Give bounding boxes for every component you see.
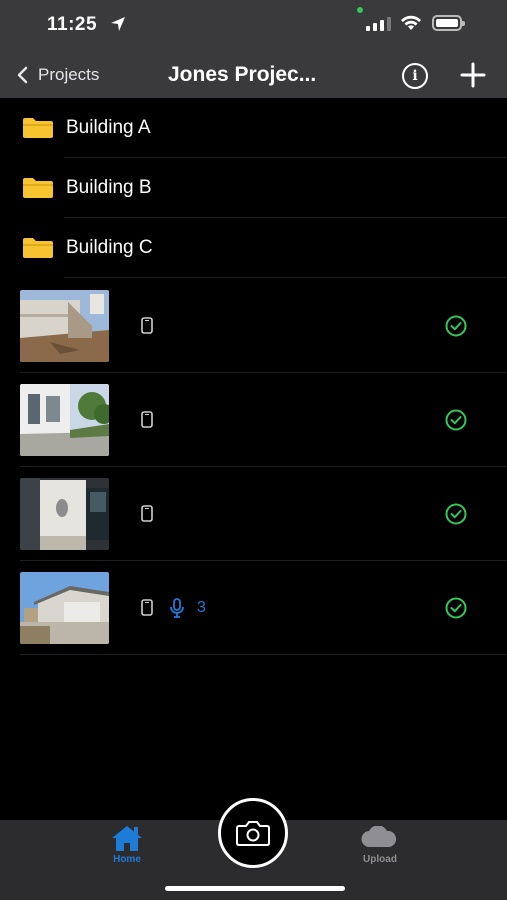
photo-thumbnail [20,572,109,644]
info-icon: i [412,68,418,84]
phone-icon [141,317,153,334]
camera-icon [236,821,270,846]
status-bar: 11:25 [0,0,507,52]
tab-upload[interactable]: Upload [335,820,425,880]
folder-icon [23,238,53,258]
voice-note-count: 3 [197,599,206,616]
photo-row[interactable] [0,373,507,467]
folder-name: Building B [66,177,152,198]
folder-row-building-c[interactable]: Building C [0,218,507,278]
privacy-indicator [357,7,363,13]
cellular-signal-icon [366,17,391,31]
phone-icon [141,599,153,616]
photo-thumbnail [20,478,109,550]
home-icon [112,826,142,851]
phone-icon [141,411,153,428]
navigation-bar: Projects Jones Projec... i [0,52,507,98]
wifi-icon [401,15,421,30]
back-button[interactable]: Projects [16,52,99,98]
photo-row[interactable]: 3 [0,561,507,655]
photo-thumbnail [20,290,109,362]
check-circle-icon [445,597,467,619]
check-circle-icon [445,315,467,337]
photo-row[interactable] [0,279,507,373]
add-icon[interactable] [460,62,486,88]
check-circle-icon [445,503,467,525]
folder-name: Building A [66,117,151,138]
folder-name: Building C [66,237,153,258]
folder-icon [23,178,53,198]
divider [64,277,507,278]
chevron-left-icon [17,66,28,84]
tab-label: Home [113,854,141,865]
tab-label: Upload [363,854,397,865]
check-circle-icon [445,409,467,431]
back-label: Projects [38,65,100,84]
status-time: 11:25 [47,14,98,35]
divider [20,654,507,655]
phone-icon [141,505,153,522]
photo-row[interactable] [0,467,507,561]
location-arrow-icon [111,17,125,31]
folder-icon [23,118,53,138]
tab-home[interactable]: Home [82,820,172,880]
microphone-icon [170,598,184,618]
camera-button[interactable] [218,798,288,868]
cloud-icon [361,826,397,848]
page-title: Jones Projec... [168,63,317,86]
folder-row-building-a[interactable]: Building A [0,98,507,158]
photo-thumbnail [20,384,109,456]
folder-row-building-b[interactable]: Building B [0,158,507,218]
home-indicator [165,886,345,891]
battery-icon [432,15,465,31]
info-button[interactable]: i [402,63,428,89]
